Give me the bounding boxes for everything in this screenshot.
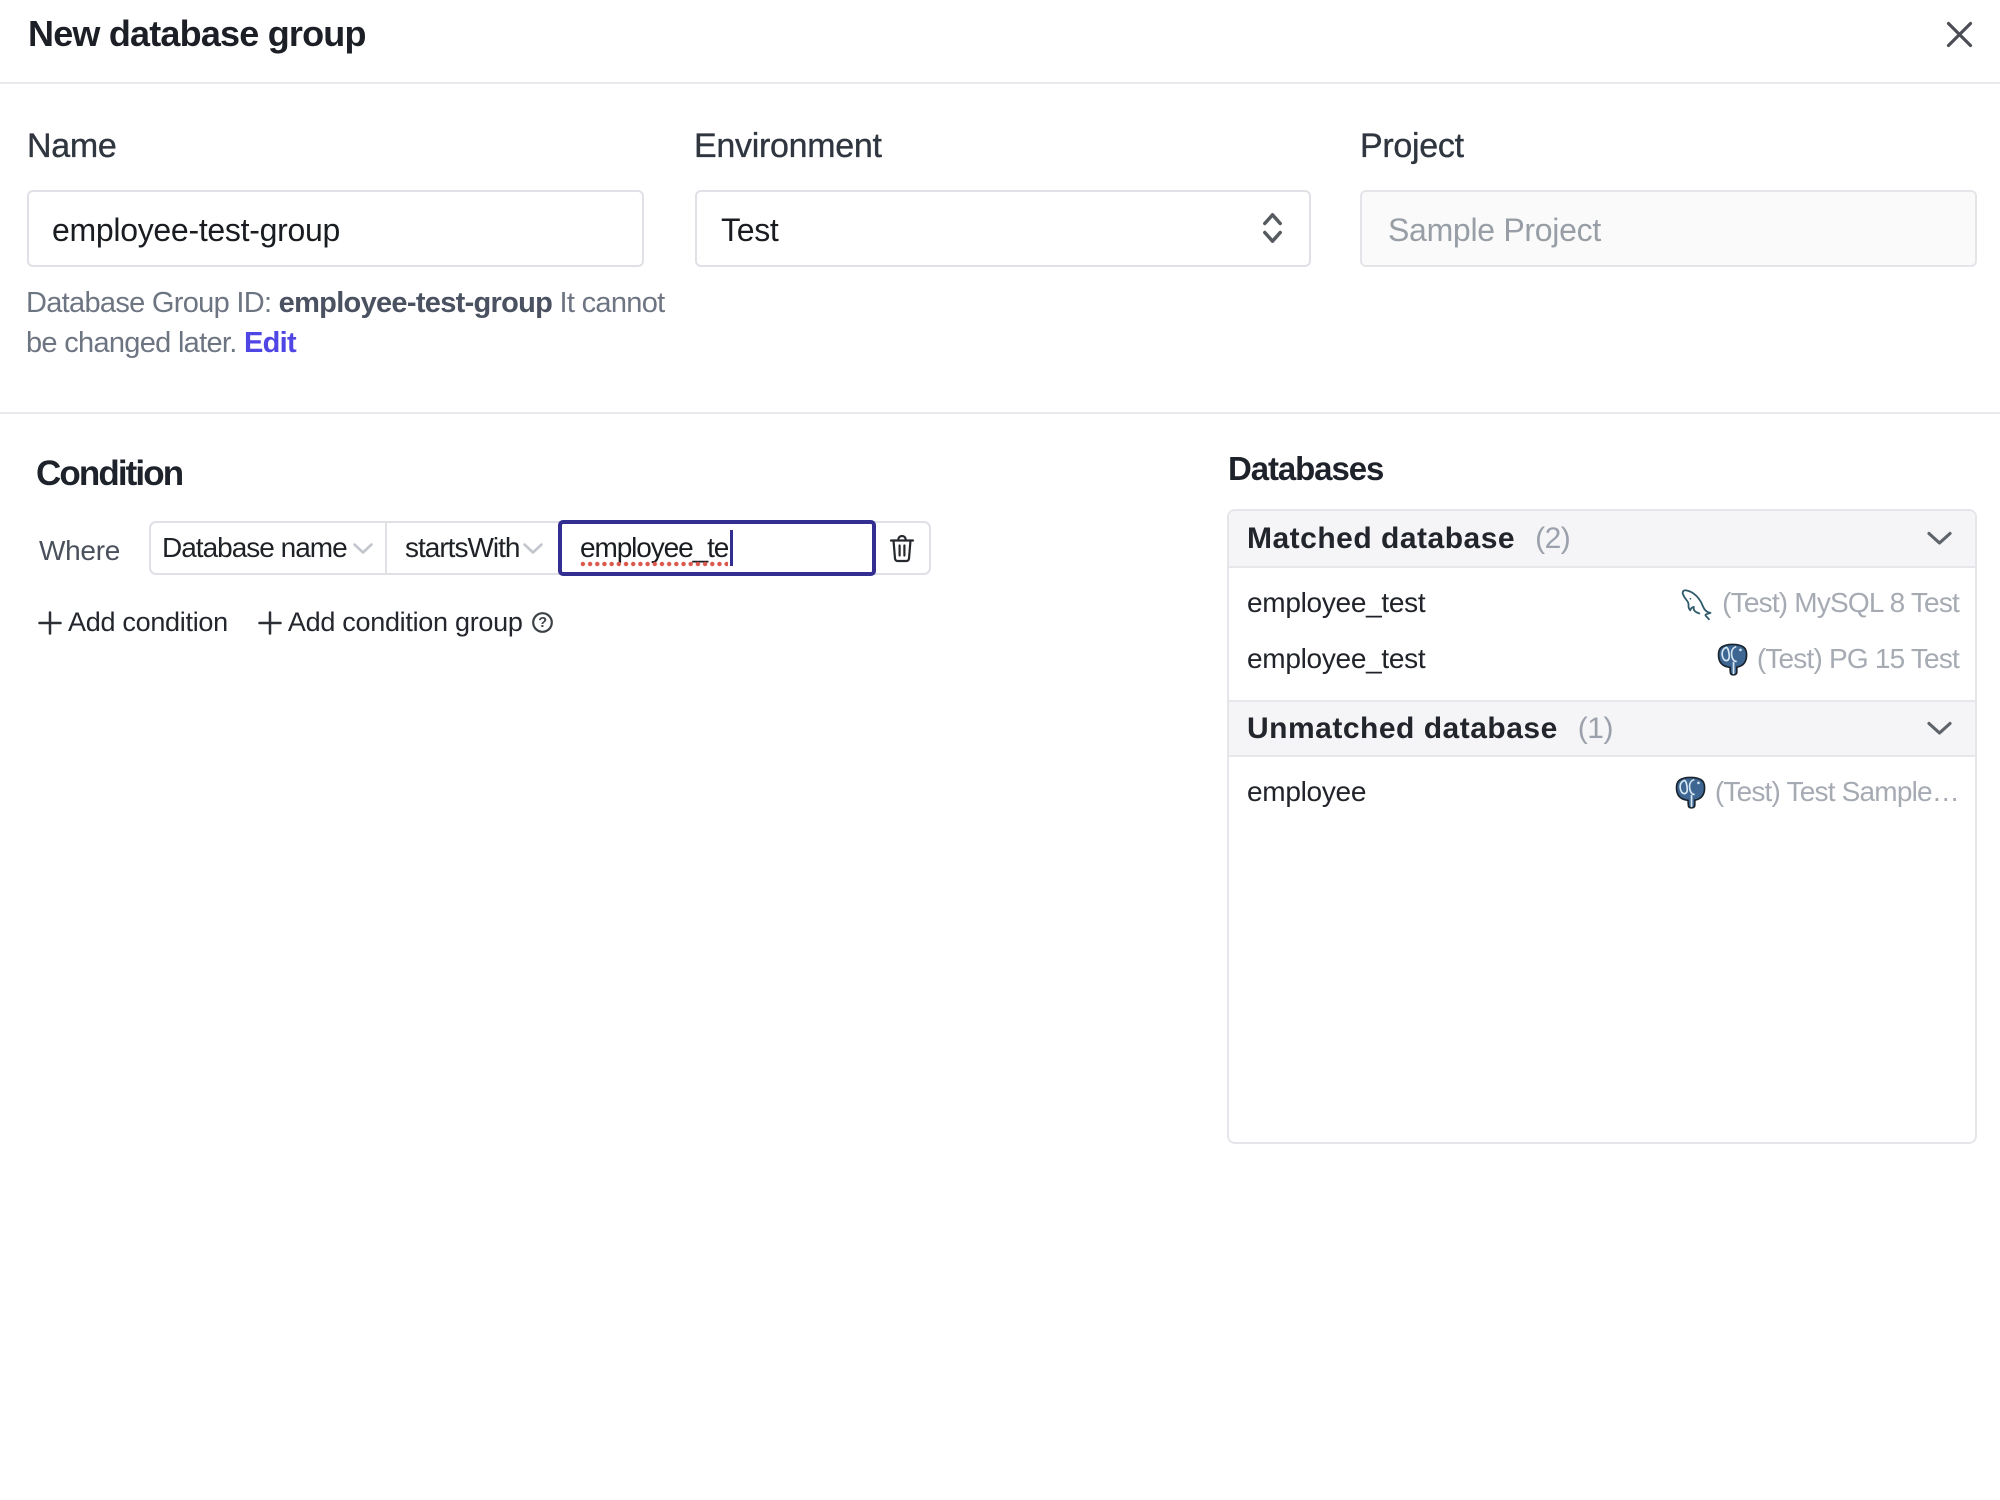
svg-text:?: ?	[538, 615, 547, 631]
